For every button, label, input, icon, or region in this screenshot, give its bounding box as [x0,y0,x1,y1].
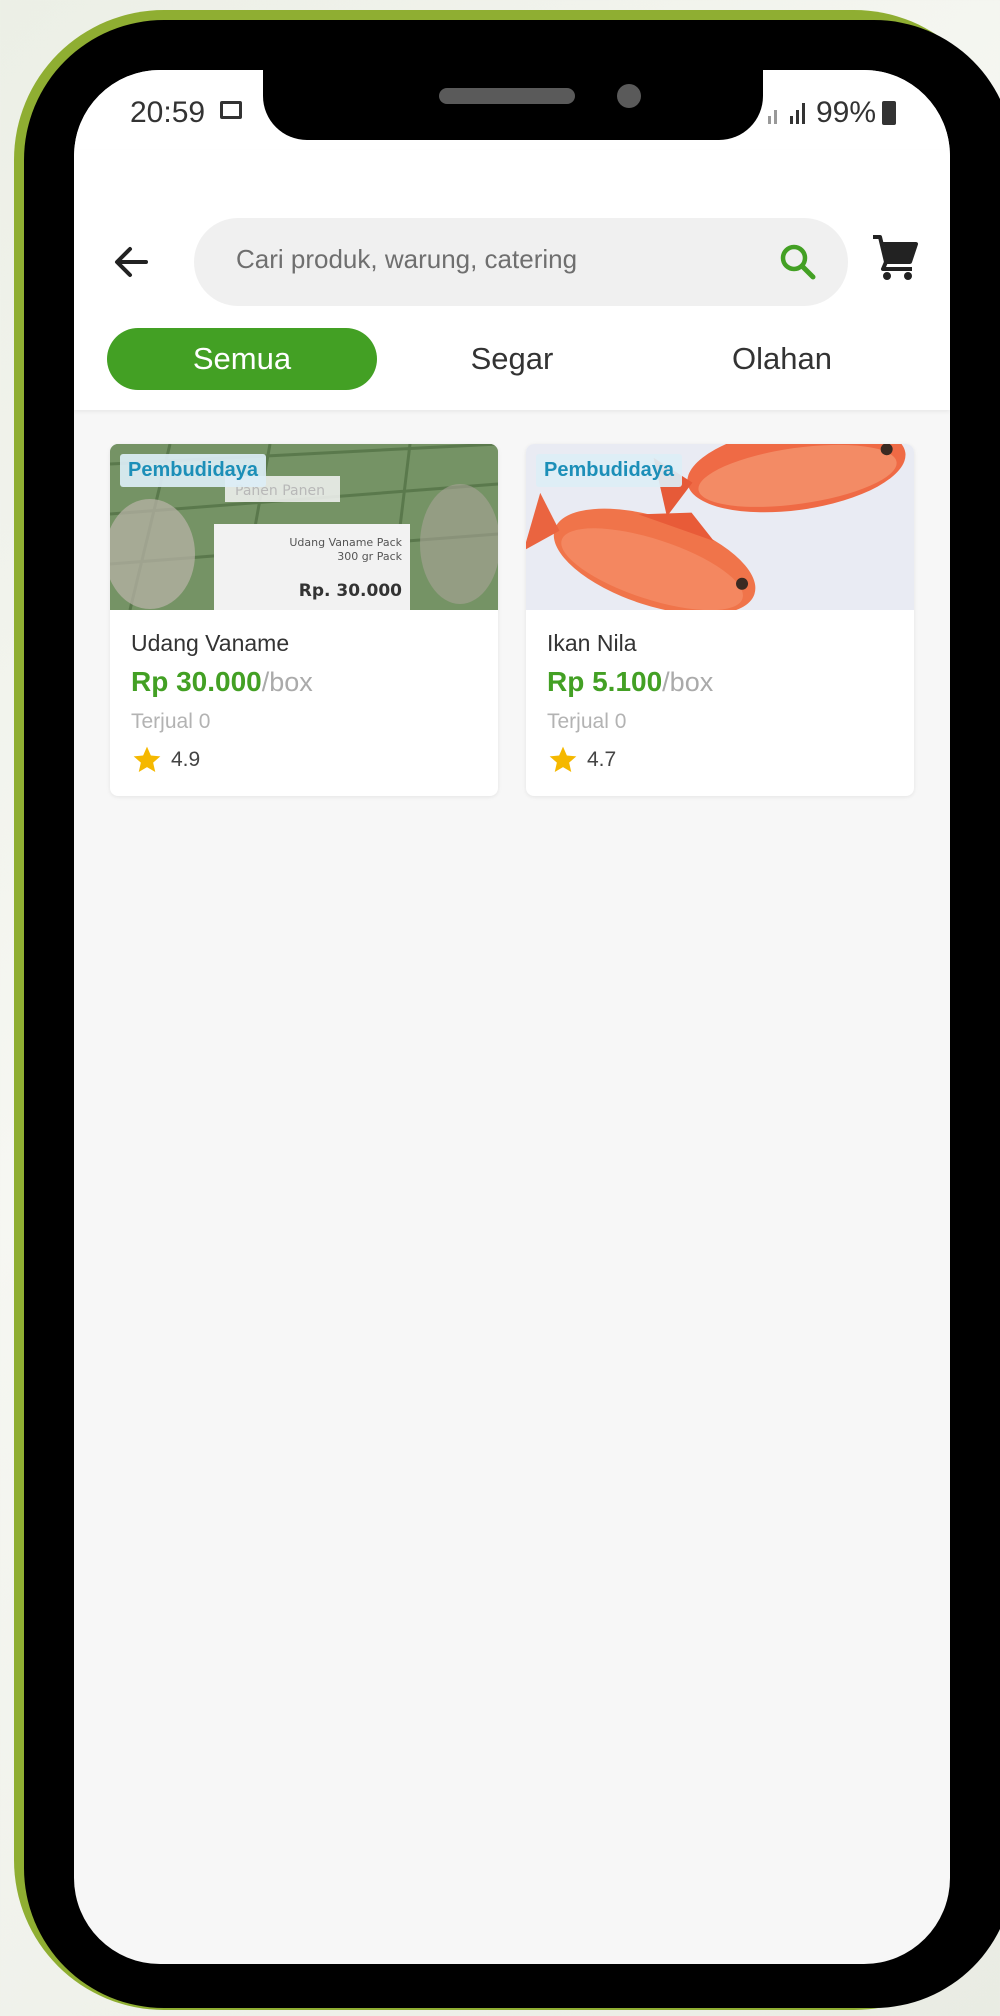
top-bar: Cari produk, warung, catering Semua Sega… [74,150,950,410]
status-time: 20:59 [130,96,206,129]
seller-badge: Pembudidaya [120,454,267,487]
cart-icon[interactable] [870,232,920,282]
side-button [24,602,36,752]
status-indicators: 99% [766,96,896,130]
product-name: Udang Vaname [131,630,290,656]
star-icon [549,746,577,772]
product-name: Ikan Nila [547,630,637,656]
tab-segar[interactable]: Segar [377,328,647,390]
signal-icon [767,103,805,124]
camera-notch [263,70,763,140]
side-button [24,420,36,570]
image-icon [220,101,242,119]
front-camera [617,84,641,108]
tab-semua[interactable]: Semua [107,328,377,390]
product-card[interactable]: Pembudidaya Ikan Nila Rp 5.100/box Terju… [526,444,914,796]
battery-percent: 99% [815,96,876,129]
battery-icon [882,101,896,125]
search-input[interactable]: Cari produk, warung, catering [194,218,848,306]
price-unit: /box [261,667,313,697]
product-price: Rp 30.000/box [131,666,313,697]
side-button [24,278,36,358]
search-placeholder: Cari produk, warung, catering [236,244,578,274]
sold-count: Terjual 0 [131,710,211,733]
price-unit: /box [662,667,714,697]
sold-count: Terjual 0 [547,710,627,733]
app-screen: 20:59 99% Cari produk, warung, catering [74,70,950,1964]
product-rating: 4.7 [547,744,616,776]
back-arrow-icon[interactable] [110,240,154,284]
image-label-price: Rp. 30.000 [299,581,402,601]
product-card[interactable]: Panen Panen Udang Vaname Pack 300 gr Pac… [110,444,498,796]
rating-value: 4.7 [587,748,617,771]
tab-olahan[interactable]: Olahan [647,328,917,390]
product-rating: 4.9 [131,744,200,776]
product-price: Rp 5.100/box [547,666,714,697]
image-label-line2: 300 gr Pack [337,550,402,563]
image-label-line1: Udang Vaname Pack [289,536,402,549]
star-icon [133,746,161,772]
search-icon[interactable] [778,242,818,282]
product-image: Pembudidaya [526,444,914,610]
product-image: Panen Panen Udang Vaname Pack 300 gr Pac… [110,444,498,610]
seller-badge: Pembudidaya [536,454,683,487]
rating-value: 4.9 [171,748,201,771]
speaker [439,88,575,104]
